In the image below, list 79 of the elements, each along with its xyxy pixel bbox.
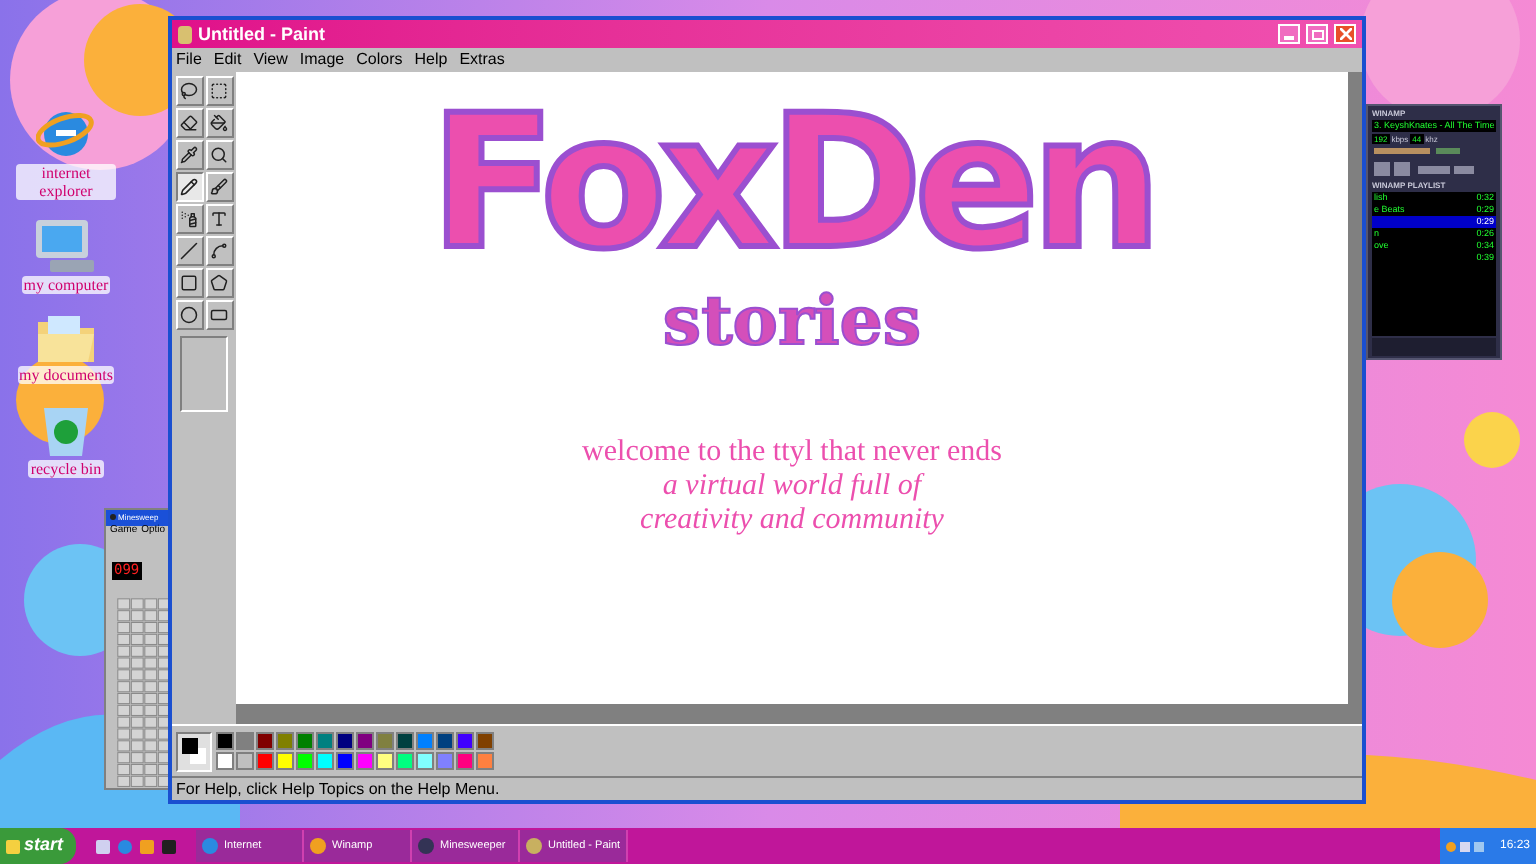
canvas-text-line: welcome to the ttyl that never ends [582, 436, 1002, 470]
menu-item[interactable]: Image [299, 52, 345, 68]
menu-item[interactable]: View [253, 52, 288, 68]
color-swatch[interactable] [296, 752, 314, 770]
color-swatch[interactable] [436, 752, 454, 770]
color-swatch[interactable] [236, 732, 254, 750]
menu-item[interactable]: Help [414, 52, 448, 68]
color-selector[interactable] [176, 731, 212, 771]
color-swatch[interactable] [236, 752, 254, 770]
color-swatch[interactable] [336, 732, 354, 750]
color-swatch[interactable] [436, 732, 454, 750]
menu-item[interactable]: File [176, 52, 202, 68]
color-swatch[interactable] [476, 732, 494, 750]
color-swatch[interactable] [416, 752, 434, 770]
eraser-icon [180, 114, 198, 132]
color-swatch[interactable] [356, 732, 374, 750]
color-swatch[interactable] [276, 732, 294, 750]
logo-subtitle: stories [662, 284, 922, 360]
rectangle-icon [180, 274, 198, 292]
color-swatch[interactable] [316, 732, 334, 750]
canvas-text-line: creativity and community [640, 504, 944, 538]
polygon-icon [210, 274, 228, 292]
tool-button[interactable] [175, 172, 203, 202]
magnifier-icon [210, 146, 228, 164]
menu-item[interactable]: Colors [356, 52, 403, 68]
folder-icon [34, 310, 98, 366]
maximize-button[interactable] [1306, 24, 1328, 44]
pipette-icon [180, 146, 198, 164]
tool-options-box [180, 336, 228, 412]
close-icon [1339, 28, 1351, 40]
color-swatch[interactable] [376, 732, 394, 750]
minimize-button[interactable] [1278, 24, 1300, 44]
color-swatch[interactable] [296, 732, 314, 750]
playlist-footer [1372, 338, 1496, 356]
logo-text: FoxDen [430, 84, 1154, 284]
color-swatch[interactable] [376, 752, 394, 770]
mine-icon [110, 514, 116, 521]
color-swatch[interactable] [456, 732, 474, 750]
paint-bucket-icon [210, 114, 228, 132]
start-button[interactable]: start [0, 828, 76, 864]
color-swatch[interactable] [416, 732, 434, 750]
color-swatch[interactable] [256, 752, 274, 770]
color-swatch[interactable] [456, 752, 474, 770]
icon-label[interactable]: recycle bin [28, 460, 104, 478]
windows-logo-icon [6, 839, 20, 853]
color-swatch[interactable] [336, 752, 354, 770]
status-text: For Help, click Help Topics on the Help Menu. [176, 781, 500, 797]
window-title: Untitled - Paint [198, 25, 327, 43]
rounded-rectangle-icon [210, 306, 228, 324]
menu-item[interactable]: Extras [459, 52, 505, 68]
mine-icon [418, 838, 434, 854]
ellipse-icon [180, 306, 198, 324]
line-icon [180, 242, 198, 260]
pencil-icon [180, 178, 198, 196]
lasso-icon [180, 82, 198, 100]
color-swatch[interactable] [216, 732, 234, 750]
menu-item[interactable]: Edit [213, 52, 242, 68]
color-swatch[interactable] [396, 752, 414, 770]
close-button[interactable] [1334, 24, 1356, 44]
icon-label[interactable]: internet explorer [16, 164, 116, 200]
icon-label[interactable]: my documents [17, 366, 115, 384]
paint-icon [526, 838, 542, 854]
color-swatch[interactable] [216, 752, 234, 770]
color-swatch[interactable] [256, 732, 274, 750]
bolt-icon [310, 838, 326, 854]
color-swatch[interactable] [316, 752, 334, 770]
color-swatch[interactable] [396, 732, 414, 750]
color-swatch[interactable] [356, 752, 374, 770]
curve-icon [210, 242, 228, 260]
brush-icon [210, 178, 228, 196]
computer-icon [32, 216, 100, 276]
globe-icon [202, 838, 218, 854]
color-swatch[interactable] [276, 752, 294, 770]
paint-icon [178, 25, 192, 43]
icon-label[interactable]: my computer [21, 276, 111, 294]
dashed-square-icon [210, 82, 228, 100]
letter-icon [210, 210, 228, 228]
color-swatch[interactable] [476, 752, 494, 770]
canvas-text-line: a virtual world full of [662, 470, 922, 504]
